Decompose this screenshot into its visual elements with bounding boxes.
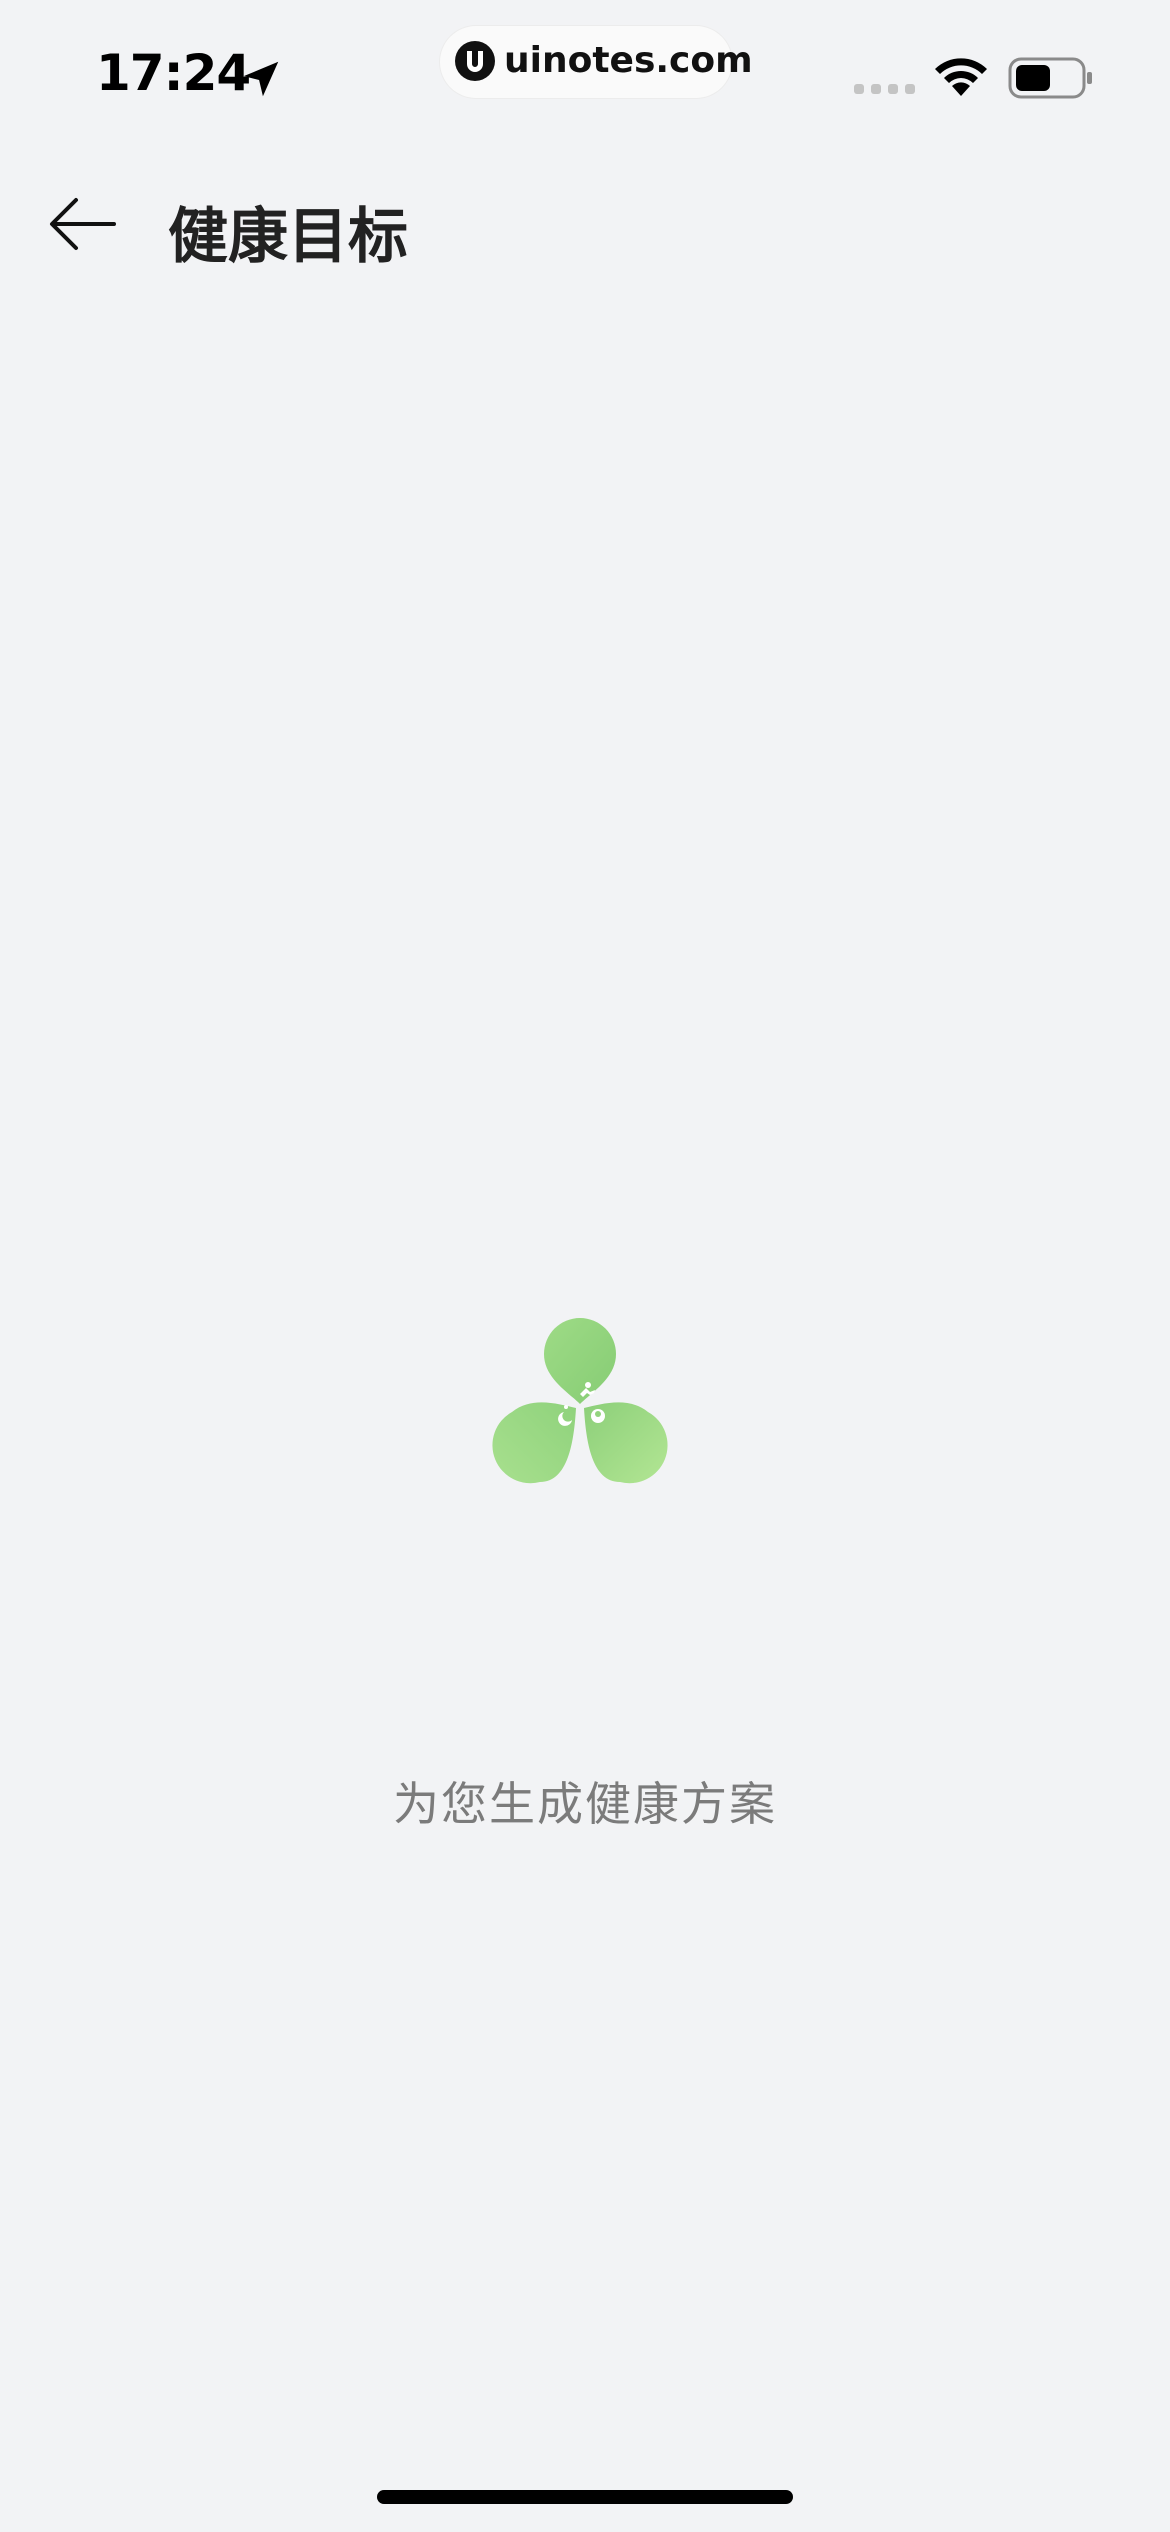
home-indicator[interactable] — [377, 2490, 793, 2504]
url-text: uinotes.com — [504, 40, 753, 81]
url-pill[interactable]: uinotes.com — [440, 26, 753, 98]
wifi-icon — [935, 58, 987, 96]
arrow-left-icon — [50, 198, 116, 250]
page-title: 健康目标 — [168, 202, 408, 272]
uinotes-logo-icon — [455, 41, 495, 81]
clover-logo-icon — [492, 1318, 668, 1484]
screen: 17:24 uinotes.com 健康目标 为您生成健康方案 — [0, 0, 1170, 2532]
back-button[interactable] — [40, 184, 130, 264]
location-arrow-icon — [243, 61, 279, 97]
status-time: 17:24 — [96, 44, 251, 102]
cellular-signal-icon — [854, 84, 915, 94]
loading-text: 为您生成健康方案 — [393, 1777, 777, 1831]
battery-icon — [1008, 57, 1092, 99]
